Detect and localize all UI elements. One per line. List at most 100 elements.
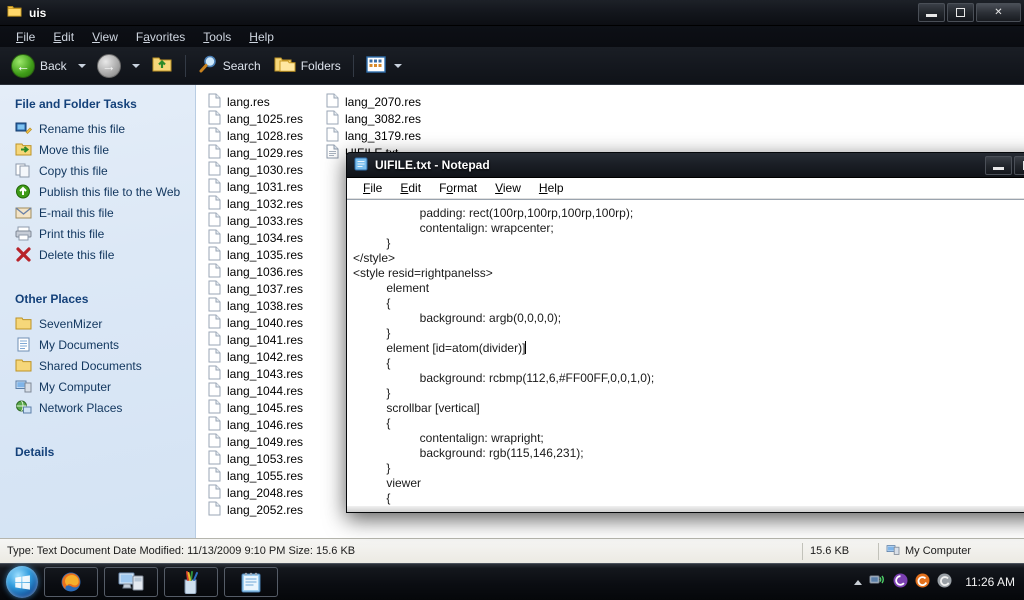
forward-dropdown-icon[interactable] [131,63,140,68]
file-list-item[interactable]: lang_2070.res [320,93,438,110]
menu-view[interactable]: View [84,28,126,46]
forward-arrow-icon: → [96,53,121,78]
file-list-item[interactable]: lang_2052.res [202,501,320,518]
res-file-icon [208,195,221,213]
notepad-title: UIFILE.txt - Notepad [375,158,490,172]
file-list-item[interactable]: lang_1038.res [202,297,320,314]
file-list-item[interactable]: lang_1029.res [202,144,320,161]
back-button[interactable]: ← Back [6,52,72,80]
sidebar-item-my-computer[interactable]: My Computer [12,377,195,398]
file-list-item[interactable]: lang_1046.res [202,416,320,433]
menu-edit[interactable]: Edit [45,28,82,46]
taskbar-button-notepad[interactable] [224,567,278,597]
file-list-item[interactable]: lang_1042.res [202,348,320,365]
search-button[interactable]: Search [193,53,266,79]
minimize-icon[interactable] [985,156,1012,175]
file-list-item[interactable]: lang_3082.res [320,110,438,127]
sidebar-item-delete[interactable]: Delete this file [12,245,195,266]
close-icon[interactable]: ✕ [976,3,1021,22]
purple-circle-icon[interactable] [893,573,908,591]
file-list-item[interactable]: lang_1035.res [202,246,320,263]
views-dropdown-icon[interactable] [393,63,402,68]
restore-icon[interactable] [947,3,974,22]
sidebar-item-rename[interactable]: Rename this file [12,119,195,140]
taskbar-button-my-computer[interactable] [104,567,158,597]
tray-clock[interactable]: 11:26 AM [965,575,1015,589]
file-name-label: lang_1033.res [227,213,304,228]
sidebar-item-move[interactable]: Move this file [12,140,195,161]
file-list-item[interactable]: lang_1025.res [202,110,320,127]
notepad-text-after-caret: { background: rcbmp(112,6,#FF00FF,0,0,1,… [386,356,655,505]
res-file-icon [208,280,221,298]
sidebar-header-file-tasks[interactable]: File and Folder Tasks [12,85,195,119]
sidebar-item-email[interactable]: E-mail this file [12,203,195,224]
menu-favorites[interactable]: Favorites [128,28,193,46]
sidebar-item-print[interactable]: Print this file [12,224,195,245]
sidebar-item-network-places[interactable]: Network Places [12,398,195,419]
file-list-item[interactable]: lang_1031.res [202,178,320,195]
minimize-icon[interactable] [918,3,945,22]
file-list-item[interactable]: lang_1030.res [202,161,320,178]
file-list-item[interactable]: lang.res [202,93,320,110]
sidebar-item-label: SevenMizer [39,317,103,331]
file-list-item[interactable]: lang_1041.res [202,331,320,348]
orange-circle-icon[interactable] [915,573,930,591]
sidebar-item-my-documents[interactable]: My Documents [12,335,195,356]
notepad-textarea[interactable]: padding: rect(100rp,100rp,100rp,100rp); … [347,200,1024,506]
grey-circle-icon[interactable] [937,573,952,591]
explorer-titlebar[interactable]: uis ✕ [0,0,1024,26]
res-file-icon [208,110,221,128]
forward-button[interactable]: → [92,52,126,80]
notepad-menu-format[interactable]: Format [431,179,485,197]
file-list-item[interactable]: lang_1028.res [202,127,320,144]
notepad-menu-help[interactable]: Help [531,179,572,197]
notepad-menu-view[interactable]: View [487,179,529,197]
menu-tools[interactable]: Tools [195,28,239,46]
file-list-item[interactable]: lang_1049.res [202,433,320,450]
menu-file[interactable]: File [8,28,43,46]
notepad-menu-file[interactable]: File [355,179,390,197]
windows-start-orb[interactable] [6,566,38,598]
notepad-titlebar[interactable]: UIFILE.txt - Notepad [347,153,1024,178]
menu-help[interactable]: Help [241,28,282,46]
network-icon[interactable] [869,573,886,591]
taskbar-button-paint[interactable] [164,567,218,597]
file-name-label: lang_1035.res [227,247,304,262]
sidebar-pane-details: Details [0,433,195,467]
file-list-item[interactable]: lang_2048.res [202,484,320,501]
explorer-statusbar: Type: Text Document Date Modified: 11/13… [0,538,1024,563]
back-dropdown-icon[interactable] [77,63,86,68]
sidebar-item-shared-documents[interactable]: Shared Documents [12,356,195,377]
sidebar-item-label: Print this file [39,227,105,241]
up-button[interactable] [146,52,178,79]
restore-icon[interactable] [1014,156,1024,175]
file-list-item[interactable]: lang_1034.res [202,229,320,246]
sidebar-header-details[interactable]: Details [12,433,195,467]
file-name-label: lang_2048.res [227,485,304,500]
file-list-item[interactable]: lang_1036.res [202,263,320,280]
sidebar-item-publish-web[interactable]: Publish this file to the Web [12,182,195,203]
views-button[interactable] [361,54,410,78]
folder-icon [15,316,32,333]
sidebar-item-sevenmizer[interactable]: SevenMizer [12,314,195,335]
sidebar-pane-other-places: Other Places SevenMizer My Documents Sha… [0,280,195,419]
notepad-icon [354,157,368,174]
show-hidden-icons-arrow[interactable] [854,579,863,585]
folders-button[interactable]: Folders [269,53,346,79]
notepad-menu-edit[interactable]: Edit [392,179,429,197]
file-list-item[interactable]: lang_1032.res [202,195,320,212]
file-list-item[interactable]: lang_1045.res [202,399,320,416]
file-name-label: lang_1040.res [227,315,304,330]
file-name-label: lang_1046.res [227,417,304,432]
taskbar-button-firefox[interactable] [44,567,98,597]
sidebar-item-copy[interactable]: Copy this file [12,161,195,182]
file-list-item[interactable]: lang_3179.res [320,127,438,144]
file-list-item[interactable]: lang_1044.res [202,382,320,399]
file-list-item[interactable]: lang_1033.res [202,212,320,229]
file-list-item[interactable]: lang_1053.res [202,450,320,467]
file-list-item[interactable]: lang_1055.res [202,467,320,484]
file-list-item[interactable]: lang_1037.res [202,280,320,297]
file-list-item[interactable]: lang_1040.res [202,314,320,331]
file-list-item[interactable]: lang_1043.res [202,365,320,382]
sidebar-header-other-places[interactable]: Other Places [12,280,195,314]
